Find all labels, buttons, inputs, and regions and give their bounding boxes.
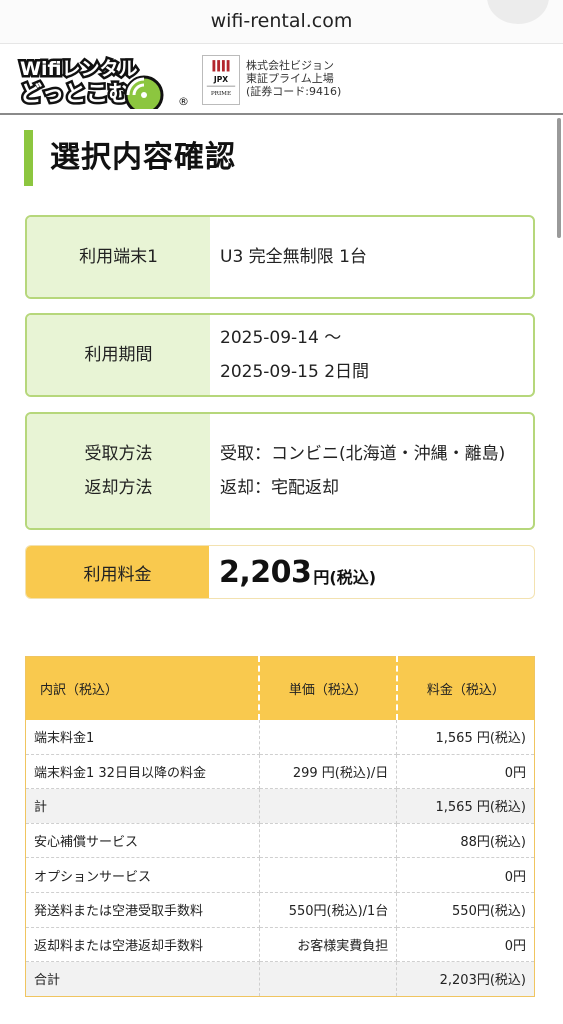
row-amount: 0円 (396, 927, 535, 963)
row-unit-price (259, 823, 398, 859)
table-row: 安心補償サービス 88円(税込) (25, 823, 535, 859)
row-amount: 0円 (396, 754, 535, 790)
jpx-label: JPX (213, 75, 228, 84)
period-label: 利用期間 (27, 315, 210, 395)
period-start: 2025-09-14 〜 (220, 328, 342, 348)
row-item: 計 (25, 788, 260, 824)
fee-summary: 利用料金 2,203 円(税込) (25, 545, 535, 599)
header-amount: 料金（税込） (396, 656, 535, 720)
jpx-prime-label: PRIME (211, 91, 231, 97)
site-header: Wifiレンタル どっとこむ ® JPX PRIME 株式会社ビジョン 東証プラ… (0, 45, 563, 115)
row-unit-price: 299 円(税込)/日 (259, 754, 398, 790)
fee-label: 利用料金 (26, 546, 209, 598)
header-unit-price: 単価（税込） (259, 656, 398, 720)
row-item: 返却料または空港返却手数料 (25, 927, 260, 963)
period-value: 2025-09-14 〜 2025-09-15 2日間 (210, 315, 533, 395)
row-unit-price: 550円(税込)/1台 (259, 892, 398, 928)
device-summary: 利用端末1 U3 完全無制限 1台 (25, 215, 535, 299)
table-row: 返却料または空港返却手数料 お客様実費負担 0円 (25, 927, 535, 963)
method-value: 受取：コンビニ(北海道・沖縄・離島) 返却：宅配返却 (210, 414, 533, 528)
method-label: 受取方法 返却方法 (27, 414, 210, 528)
row-amount: 550円(税込) (396, 892, 535, 928)
row-item: 端末料金1 (25, 719, 260, 755)
row-amount: 2,203円(税込) (396, 961, 535, 997)
registered-mark: ® (178, 95, 189, 108)
row-unit-price (259, 719, 398, 755)
table-row: 発送料または空港受取手数料 550円(税込)/1台 550円(税込) (25, 892, 535, 928)
logo-text-line1: Wifiレンタル (20, 58, 138, 80)
method-summary: 受取方法 返却方法 受取：コンビニ(北海道・沖縄・離島) 返却：宅配返却 (25, 412, 535, 530)
table-row: 端末料金1 32日目以降の料金 299 円(税込)/日 0円 (25, 754, 535, 790)
receive-method-value: 受取：コンビニ(北海道・沖縄・離島) (220, 444, 506, 464)
url-text[interactable]: wifi-rental.com (0, 10, 563, 32)
device-value: U3 完全無制限 1台 (220, 247, 367, 267)
table-row: 合計 2,203円(税込) (25, 961, 535, 997)
row-amount: 1,565 円(税込) (396, 788, 535, 824)
period-end: 2025-09-15 2日間 (220, 362, 370, 382)
device-label: 利用端末1 (27, 217, 210, 297)
row-item: 端末料金1 32日目以降の料金 (25, 754, 260, 790)
period-summary: 利用期間 2025-09-14 〜 2025-09-15 2日間 (25, 313, 535, 397)
fee-amount: 2,203 (219, 554, 312, 590)
company-info: 株式会社ビジョン 東証プライム上場 (証券コード:9416) (246, 59, 341, 98)
table-header-row: 内訳（税込） 単価（税込） 料金（税込） (25, 656, 535, 720)
row-item: 発送料または空港受取手数料 (25, 892, 260, 928)
table-row: オプションサービス 0円 (25, 857, 535, 893)
fee-suffix: 円(税込) (313, 568, 377, 587)
browser-url-bar[interactable]: wifi-rental.com (0, 0, 563, 44)
row-unit-price (259, 857, 398, 893)
row-amount: 1,565 円(税込) (396, 719, 535, 755)
return-method-label: 返却方法 (84, 478, 153, 498)
table-row: 計 1,565 円(税込) (25, 788, 535, 824)
row-item: オプションサービス (25, 857, 260, 893)
page-title: 選択内容確認 (24, 130, 236, 186)
header-item: 内訳（税込） (25, 656, 261, 720)
wifi-signal-icon (124, 75, 164, 109)
page-scrollbar[interactable] (557, 118, 561, 238)
row-item: 安心補償サービス (25, 823, 260, 859)
security-code: (証券コード:9416) (246, 85, 342, 98)
logo-text-line2: どっとこむ (20, 82, 130, 107)
jpx-prime-badge: JPX PRIME (202, 55, 240, 105)
fee-value: 2,203 円(税込) (209, 546, 534, 598)
row-item: 合計 (25, 961, 260, 997)
fee-breakdown-table: 内訳（税込） 単価（税込） 料金（税込） 端末料金1 1,565 円(税込) 端… (25, 656, 535, 997)
return-method-value: 返却：宅配返却 (220, 478, 339, 498)
exchange-listing: 東証プライム上場 (246, 72, 334, 85)
row-unit-price (259, 961, 398, 997)
table-body: 端末料金1 1,565 円(税込) 端末料金1 32日目以降の料金 299 円(… (25, 719, 535, 997)
row-unit-price: お客様実費負担 (259, 927, 398, 963)
row-amount: 88円(税込) (396, 823, 535, 859)
company-name: 株式会社ビジョン (246, 59, 334, 72)
row-unit-price (259, 788, 398, 824)
site-logo[interactable]: Wifiレンタル どっとこむ ® (16, 51, 191, 109)
table-row: 端末料金1 1,565 円(税込) (25, 719, 535, 755)
receive-method-label: 受取方法 (84, 444, 153, 464)
row-amount: 0円 (396, 857, 535, 893)
